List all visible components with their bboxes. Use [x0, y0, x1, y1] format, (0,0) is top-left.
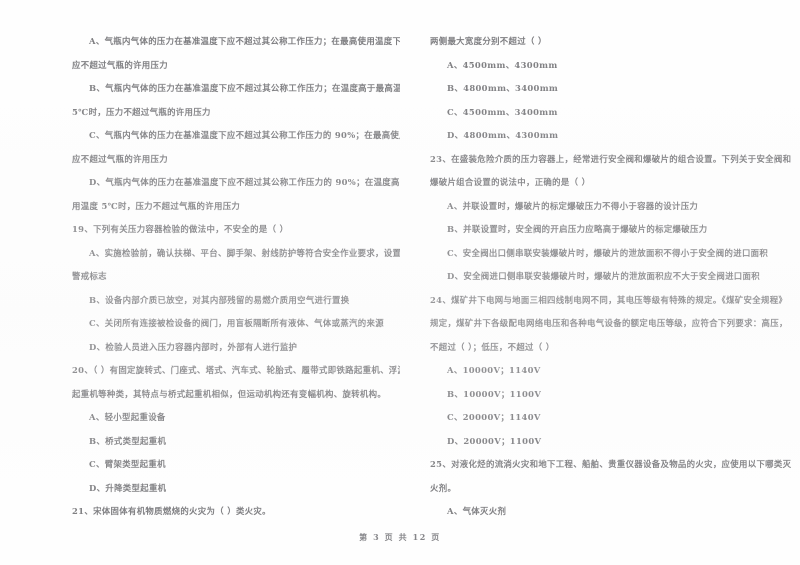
option-line: A、10000V；1140V	[447, 365, 541, 375]
continued-line: 规定，煤矿井下各级配电网络电压和各种电气设备的额定电压等级，应符合下列要求：高压…	[430, 318, 788, 328]
continued-line: 火剂。	[430, 482, 457, 493]
right-column: 两侧最大宽度分别不超过（ ） A、4500mm、4300mm B、4800mm、…	[400, 30, 800, 525]
option-line: D、升降类型起重机	[89, 482, 167, 493]
option-line: A、4500mm、4300mm	[447, 59, 558, 70]
continued-line: 不超过（ ）；低压，不超过（ ）	[430, 341, 555, 352]
option-line: B、设备内部介质已放空，对其内部残留的易燃介质用空气进行置换	[89, 294, 350, 305]
question-line: 21、宋体固体有机物质燃烧的火灾为（ ）类火灾。	[72, 506, 271, 516]
option-line: A、A	[72, 524, 400, 526]
continued-line: 用温度 5℃时，压力不超过气瓶的许用压力	[72, 200, 241, 211]
option-line: B、桥式类型起重机	[89, 435, 167, 446]
option-line: B、并联设置时，安全阀的开启压力应略高于爆破片的标定爆破压力	[447, 224, 708, 234]
option-line: D、安全阀进口侧串联安装爆破片时，爆破片的泄放面积应不大于安全阀进口面积	[447, 271, 760, 281]
option-line: C、臂架类型起重机	[89, 459, 166, 469]
option-line: C、4500mm、3400mm	[447, 106, 558, 117]
continued-line: 应不超过气瓶的许用压力	[72, 153, 168, 164]
option-line: D、20000V；1100V	[447, 435, 542, 446]
option-line: D、4800mm、4300mm	[447, 130, 559, 140]
question-line: 20、（ ）有固定旋转式、门座式、塔式、汽车式、轮胎式、履带式即铁路起重机、浮游…	[72, 365, 400, 375]
option-line: D、检验人员进入压力容器内部时，外部有人进行监护	[89, 341, 298, 352]
option-line: C、20000V；1140V	[447, 412, 541, 422]
continued-line: 5℃时，压力不超过气瓶的许用压力	[72, 106, 211, 117]
option-line: D、气瓶内气体的压力在基准温度下应不超过其公称工作压力的 90%；在温度高于最高…	[89, 177, 400, 187]
option-line: A、轻小型起重设备	[89, 412, 166, 422]
left-column: A、气瓶内气体的压力在基准温度下应不超过其公称工作压力；在最高使用温度下 应不超…	[0, 30, 400, 525]
continued-line: 警戒标志	[72, 271, 107, 281]
scanned-exam-page: A、气瓶内气体的压力在基准温度下应不超过其公称工作压力；在最高使用温度下 应不超…	[0, 0, 800, 565]
question-line: 25、对液化烃的流淌火灾和地下工程、船舶、贵重仪器设备及物品的火灾，应使用以下哪…	[430, 459, 792, 469]
continued-line: 应不超过气瓶的许用压力	[72, 59, 168, 70]
continued-line: 爆破片组合设置的说法中，正确的是（ ）	[430, 177, 591, 187]
option-line: C、关闭所有连接被检设备的阀门，用盲板隔断所有液体、气体或蒸汽的来源	[89, 318, 384, 328]
question-line: 24、煤矿井下电网与地面三相四线制电网不同，其电压等级有特殊的规定。《煤矿安全规…	[430, 294, 788, 305]
option-line: B、清水灭火剂	[430, 524, 800, 526]
option-line: A、并联设置时，爆破片的标定爆破压力不得小于容器的设计压力	[447, 200, 699, 211]
option-line: B、气瓶内气体的压力在基准温度下应不超过其公称工作压力；在温度高于最高温度	[89, 83, 400, 93]
option-line: B、10000V；1100V	[447, 388, 542, 399]
option-line: A、实施检验前，确认扶梯、平台、脚手架、射线防护等符合安全作业要求，设置了安全	[89, 247, 400, 258]
option-line: A、气体灭火剂	[447, 506, 507, 516]
question-line: 19、下列有关压力容器检验的做法中，不安全的是（ ）	[72, 224, 289, 234]
option-line: C、气瓶内气体的压力在基准温度下应不超过其公称工作压力的 90%；在最高使用温度…	[89, 130, 400, 140]
page-footer: 第 3 页 共 12 页	[359, 532, 441, 542]
two-column-body: A、气瓶内气体的压力在基准温度下应不超过其公称工作压力；在最高使用温度下 应不超…	[0, 30, 800, 525]
option-line: C、安全阀出口侧串联安装爆破片时，爆破片的泄放面积不得小于安全阀的进口面积	[447, 247, 769, 258]
question-line: 23、在盛装危险介质的压力容器上，经常进行安全阀和爆破片的组合设置。下列关于安全…	[430, 153, 792, 164]
continued-line: 两侧最大宽度分别不超过（ ）	[430, 36, 547, 46]
option-line: B、4800mm、3400mm	[447, 83, 559, 93]
continued-line: 起重机等种类，其特点与桥式起重机相似，但运动机构还有变幅机构、旋转机构。	[72, 388, 387, 399]
option-line: A、气瓶内气体的压力在基准温度下应不超过其公称工作压力；在最高使用温度下	[89, 36, 400, 46]
